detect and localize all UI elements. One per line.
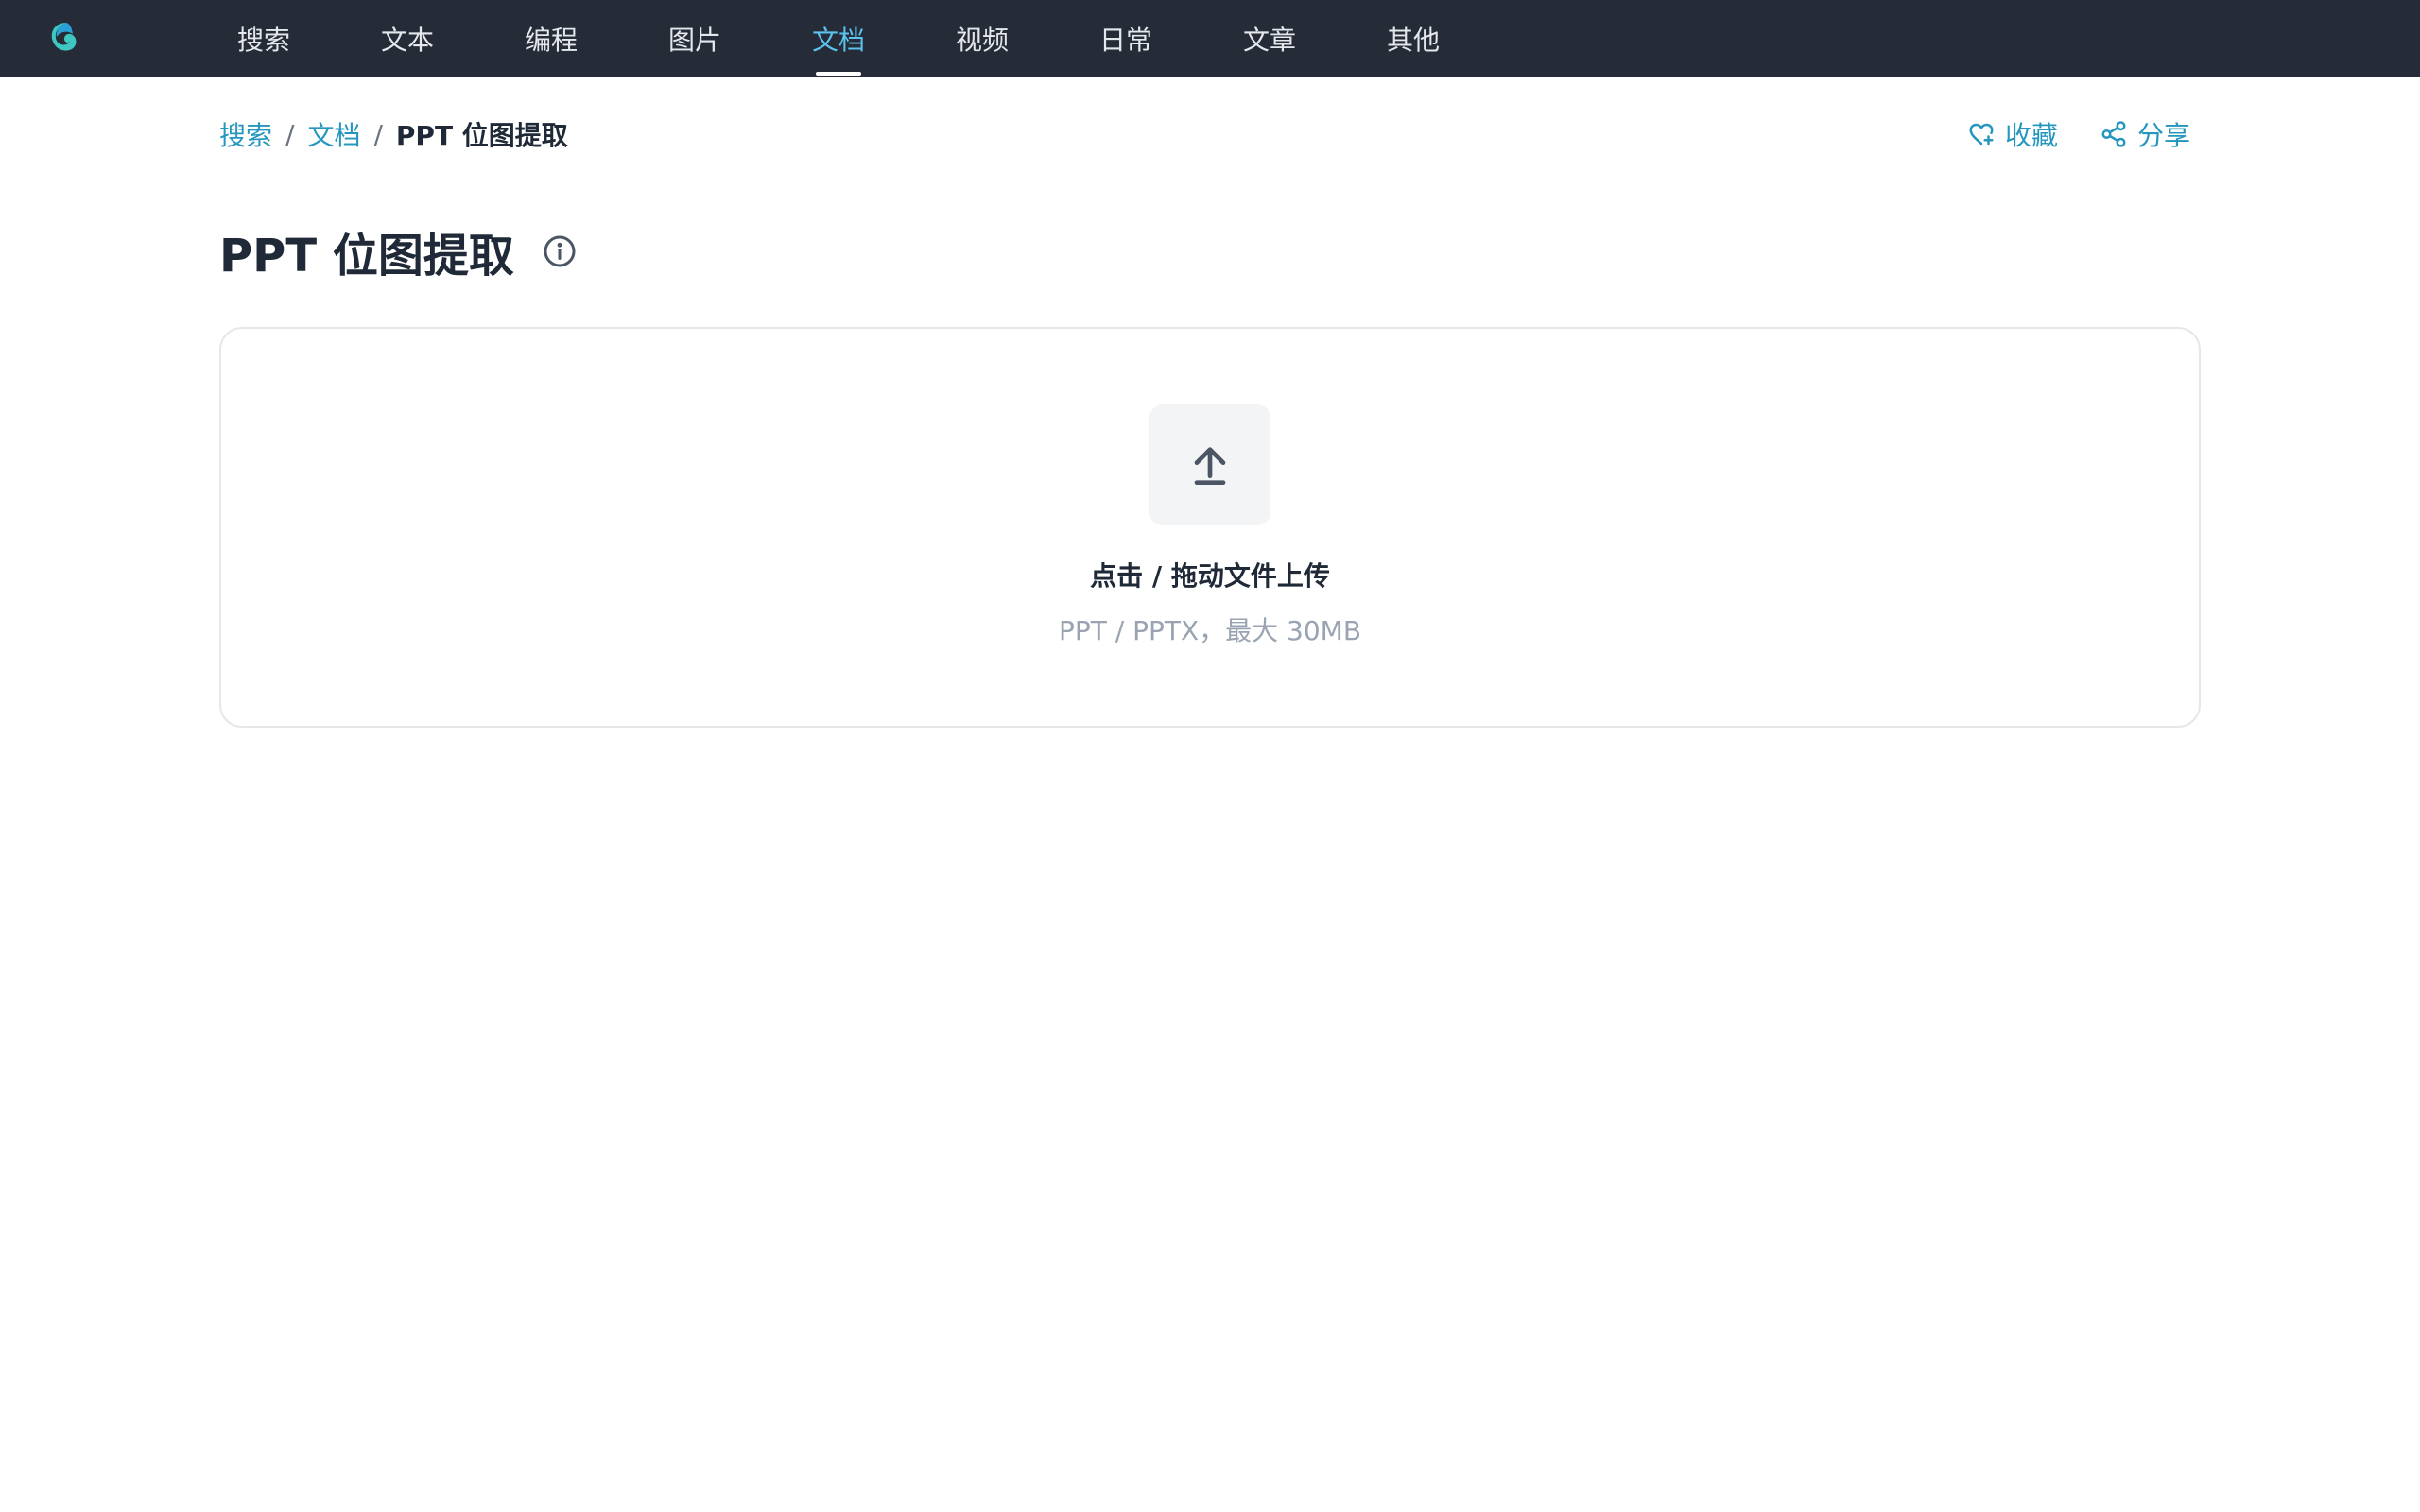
- breadcrumb-separator: /: [285, 118, 295, 150]
- nav-item-label: 搜索: [236, 25, 290, 56]
- share-label: 分享: [2136, 120, 2190, 151]
- page-title: PPT 位图提取: [219, 230, 514, 283]
- page-actions: 收藏 分享: [1967, 115, 2190, 153]
- main-nav: 搜索 文本 编程 图片 文档 视频 日常 文章 其他: [192, 0, 1485, 77]
- share-button[interactable]: 分享: [2100, 115, 2190, 153]
- nav-item-label: 图片: [667, 25, 721, 56]
- top-navigation-bar: 搜索 文本 编程 图片 文档 视频 日常 文章 其他: [0, 0, 2420, 77]
- upload-title: 点击 / 拖动文件上传: [1090, 560, 1330, 592]
- app-logo-icon[interactable]: [45, 19, 79, 57]
- nav-item-images[interactable]: 图片: [623, 0, 767, 77]
- nav-item-label: 文档: [811, 25, 865, 56]
- breadcrumb-link-search[interactable]: 搜索: [219, 115, 272, 153]
- upload-icon: [1194, 447, 1226, 485]
- breadcrumb-current: PPT 位图提取: [395, 120, 568, 151]
- breadcrumb: 搜索 / 文档 / PPT 位图提取: [219, 115, 568, 153]
- nav-item-text[interactable]: 文本: [336, 0, 479, 77]
- nav-item-video[interactable]: 视频: [910, 0, 1054, 77]
- info-icon[interactable]: [543, 234, 577, 268]
- nav-item-label: 文章: [1242, 25, 1296, 56]
- nav-item-daily[interactable]: 日常: [1054, 0, 1198, 77]
- breadcrumb-link-documents[interactable]: 文档: [307, 115, 360, 153]
- breadcrumb-separator: /: [373, 118, 383, 150]
- nav-item-articles[interactable]: 文章: [1198, 0, 1341, 77]
- favorite-button[interactable]: 收藏: [1967, 115, 2058, 153]
- nav-item-label: 编程: [524, 25, 578, 56]
- nav-item-label: 视频: [955, 25, 1009, 56]
- nav-item-label: 其他: [1386, 25, 1440, 56]
- share-icon: [2101, 121, 2126, 147]
- nav-item-label: 日常: [1098, 25, 1152, 56]
- nav-item-other[interactable]: 其他: [1341, 0, 1485, 77]
- nav-item-search[interactable]: 搜索: [192, 0, 336, 77]
- upload-dropzone[interactable]: 点击 / 拖动文件上传 PPT / PPTX，最大 30MB: [219, 327, 2201, 728]
- heart-plus-icon: [1969, 123, 1994, 146]
- nav-item-label: 文本: [380, 25, 434, 56]
- nav-item-programming[interactable]: 编程: [479, 0, 623, 77]
- upload-icon-container: [1150, 404, 1270, 525]
- page-title-row: PPT 位图提取: [219, 219, 577, 284]
- nav-item-documents[interactable]: 文档: [767, 0, 910, 77]
- favorite-label: 收藏: [2004, 120, 2058, 151]
- upload-hint: PPT / PPTX，最大 30MB: [1058, 615, 1362, 646]
